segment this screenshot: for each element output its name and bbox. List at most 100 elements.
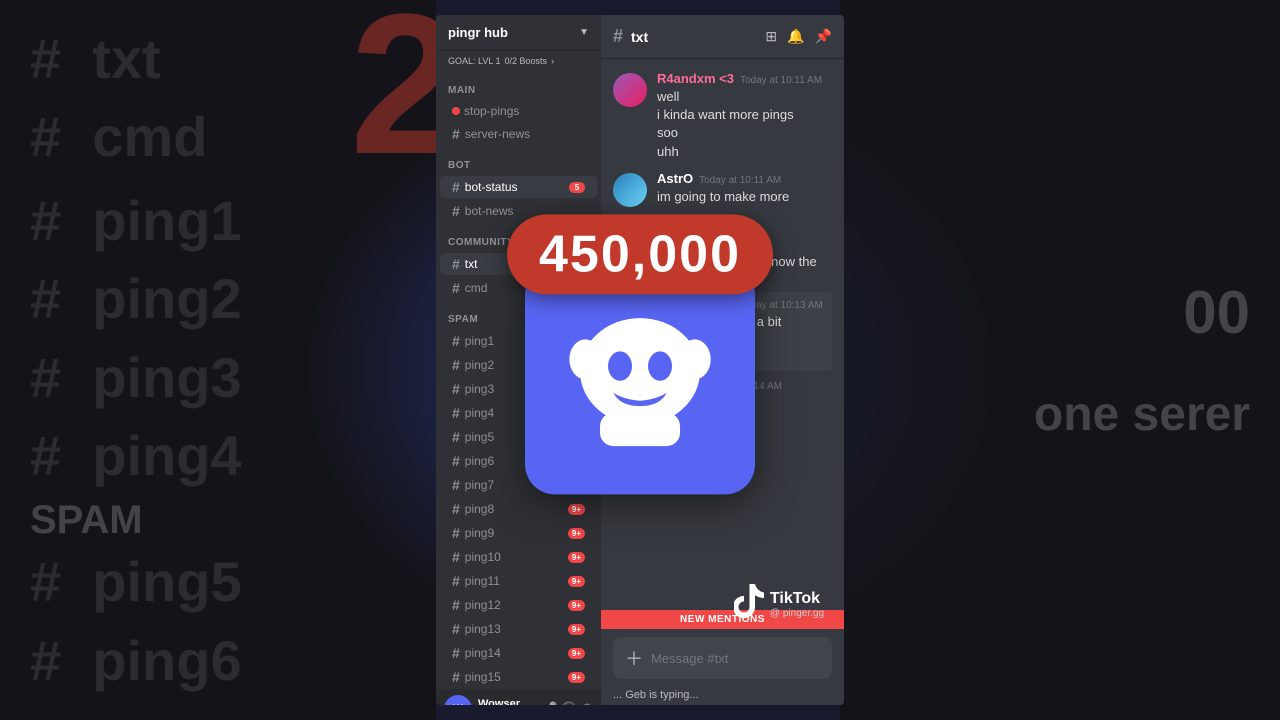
chevron-down-icon: ▼	[579, 27, 589, 38]
hash-icon-ping15: #	[452, 669, 460, 685]
channel-ping9[interactable]: # ping9 9+	[440, 522, 597, 544]
tiktok-label: TikTok	[770, 590, 824, 608]
badge-ping13: 9+	[568, 624, 585, 635]
channel-server-news[interactable]: # server-news	[440, 123, 597, 145]
hash-icon-ping2: #	[452, 357, 460, 373]
msg-header-r4-1: R4andxm <3 Today at 10:11 AM	[657, 71, 832, 86]
channel-name-ping10: ping10	[465, 550, 568, 564]
hash-icon-ping4: #	[452, 405, 460, 421]
msg-text-r4-uhh: uhh	[657, 143, 832, 161]
badge-ping12: 9+	[568, 600, 585, 611]
avatar: W	[444, 695, 472, 705]
hash-icon-txt: #	[452, 256, 460, 272]
overlay-container: 450,000	[507, 214, 773, 494]
hash-icon-bot-news: #	[452, 203, 460, 219]
hash-icon-cmd: #	[452, 280, 460, 296]
user-icons: 🎤 🎧 ⚙	[541, 701, 593, 705]
pin-icon[interactable]: 📌	[815, 28, 832, 45]
badge-ping15: 9+	[568, 672, 585, 683]
channel-ping10[interactable]: # ping10 9+	[440, 546, 597, 568]
chat-channel-name: txt	[631, 29, 648, 45]
badge-ping8: 9+	[568, 504, 585, 515]
tiktok-handle: @ pinger.gg	[770, 608, 824, 619]
msg-text-r4-well: well	[657, 88, 832, 106]
microphone-icon[interactable]: 🎤	[541, 701, 557, 705]
msg-text-r4-pings: i kinda want more pings	[657, 106, 832, 124]
hash-icon-ping6: #	[452, 453, 460, 469]
avatar-astro	[613, 173, 647, 207]
hash-icon-bot-status: #	[452, 179, 460, 195]
channel-name-ping15: ping15	[465, 670, 568, 684]
msg-text-astro-make: im going to make more	[657, 188, 832, 206]
message-input-box[interactable]: ＋ Message #txt	[613, 637, 832, 679]
channel-ping15[interactable]: # ping15 9+	[440, 666, 597, 688]
hashtag-icon[interactable]: ⊞	[765, 28, 777, 45]
hash-icon-ping10: #	[452, 549, 460, 565]
channel-stop-pings[interactable]: stop-pings	[440, 101, 597, 121]
msg-time-astro-1: Today at 10:11 AM	[699, 175, 781, 186]
user-name: WowsersIH...	[478, 698, 535, 705]
tiktok-icon	[734, 584, 764, 625]
avatar-r4	[613, 73, 647, 107]
boost-goal-label: GOAL: LVL 1	[448, 56, 501, 66]
hash-icon-ping9: #	[452, 525, 460, 541]
channel-ping8[interactable]: # ping8 9+	[440, 498, 597, 520]
hash-icon-ping1: #	[452, 333, 460, 349]
channel-name-ping9: ping9	[465, 526, 568, 540]
bg-hash-ping5: # ping5	[30, 543, 406, 621]
server-header[interactable]: pingr hub ▼	[436, 15, 601, 51]
discord-logo-svg	[560, 299, 720, 459]
hash-icon-ping14: #	[452, 645, 460, 661]
typing-indicator: ... Geb is typing...	[601, 687, 844, 705]
chat-header-icons: ⊞ 🔔 📌	[765, 28, 832, 45]
badge-ping10: 9+	[568, 552, 585, 563]
channel-name-server-news: server-news	[465, 127, 585, 141]
message-input-area: ＋ Message #txt	[601, 629, 844, 687]
tiktok-text-block: TikTok @ pinger.gg	[770, 590, 824, 619]
server-name: pingr hub	[448, 25, 508, 40]
channel-name-ping11: ping11	[465, 574, 568, 588]
badge-ping14: 9+	[568, 648, 585, 659]
channel-ping12[interactable]: # ping12 9+	[440, 594, 597, 616]
msg-time-r4-1: Today at 10:11 AM	[740, 75, 822, 86]
channel-name-ping14: ping14	[465, 646, 568, 660]
background-right: 00 one serer	[840, 0, 1280, 720]
boost-bar: GOAL: LVL 1 0/2 Boosts ›	[436, 51, 601, 71]
user-info: WowsersIH... #7217	[478, 698, 535, 705]
badge-ping9: 9+	[568, 528, 585, 539]
hash-icon-ping12: #	[452, 597, 460, 613]
user-bar: W WowsersIH... #7217 🎤 🎧 ⚙	[436, 689, 601, 705]
hash-icon-ping7: #	[452, 477, 460, 493]
discord-logo-container	[525, 264, 755, 494]
hash-icon-ping11: #	[452, 573, 460, 589]
channel-ping11[interactable]: # ping11 9+	[440, 570, 597, 592]
msg-content-astro-1: AstrO Today at 10:11 AM im going to make…	[657, 171, 832, 207]
tiktok-watermark: TikTok @ pinger.gg	[734, 584, 824, 625]
channel-ping13[interactable]: # ping13 9+	[440, 618, 597, 640]
settings-icon[interactable]: ⚙	[581, 701, 593, 705]
bg-right-text: one serer	[870, 387, 1250, 442]
hash-icon-ping8: #	[452, 501, 460, 517]
msg-author-r4: R4andxm <3	[657, 71, 734, 86]
channel-ping14[interactable]: # ping14 9+	[440, 642, 597, 664]
badge-ping11: 9+	[568, 576, 585, 587]
channel-name-stop-pings: stop-pings	[464, 104, 585, 118]
section-main: MAIN	[436, 71, 601, 100]
channel-bot-status[interactable]: # bot-status 5	[440, 176, 597, 198]
headphones-icon[interactable]: 🎧	[561, 701, 577, 705]
channel-name-bot-status: bot-status	[465, 180, 569, 194]
channel-name-ping8: ping8	[465, 502, 568, 516]
stop-dot-icon	[452, 107, 460, 115]
badge-450k: 450,000	[507, 214, 773, 294]
msg-author-astro: AstrO	[657, 171, 693, 186]
hash-icon-ping3: #	[452, 381, 460, 397]
bell-icon[interactable]: 🔔	[787, 28, 804, 45]
section-bot: BOT	[436, 146, 601, 175]
boost-arrow-icon: ›	[551, 56, 554, 66]
hash-icon-ping13: #	[452, 621, 460, 637]
plus-icon[interactable]: ＋	[625, 645, 643, 671]
message-group-r4-1: R4andxm <3 Today at 10:11 AM well i kind…	[613, 67, 832, 165]
message-group-astro-1: AstrO Today at 10:11 AM im going to make…	[613, 167, 832, 211]
chat-header: # txt ⊞ 🔔 📌	[601, 15, 844, 59]
msg-header-astro-1: AstrO Today at 10:11 AM	[657, 171, 832, 186]
